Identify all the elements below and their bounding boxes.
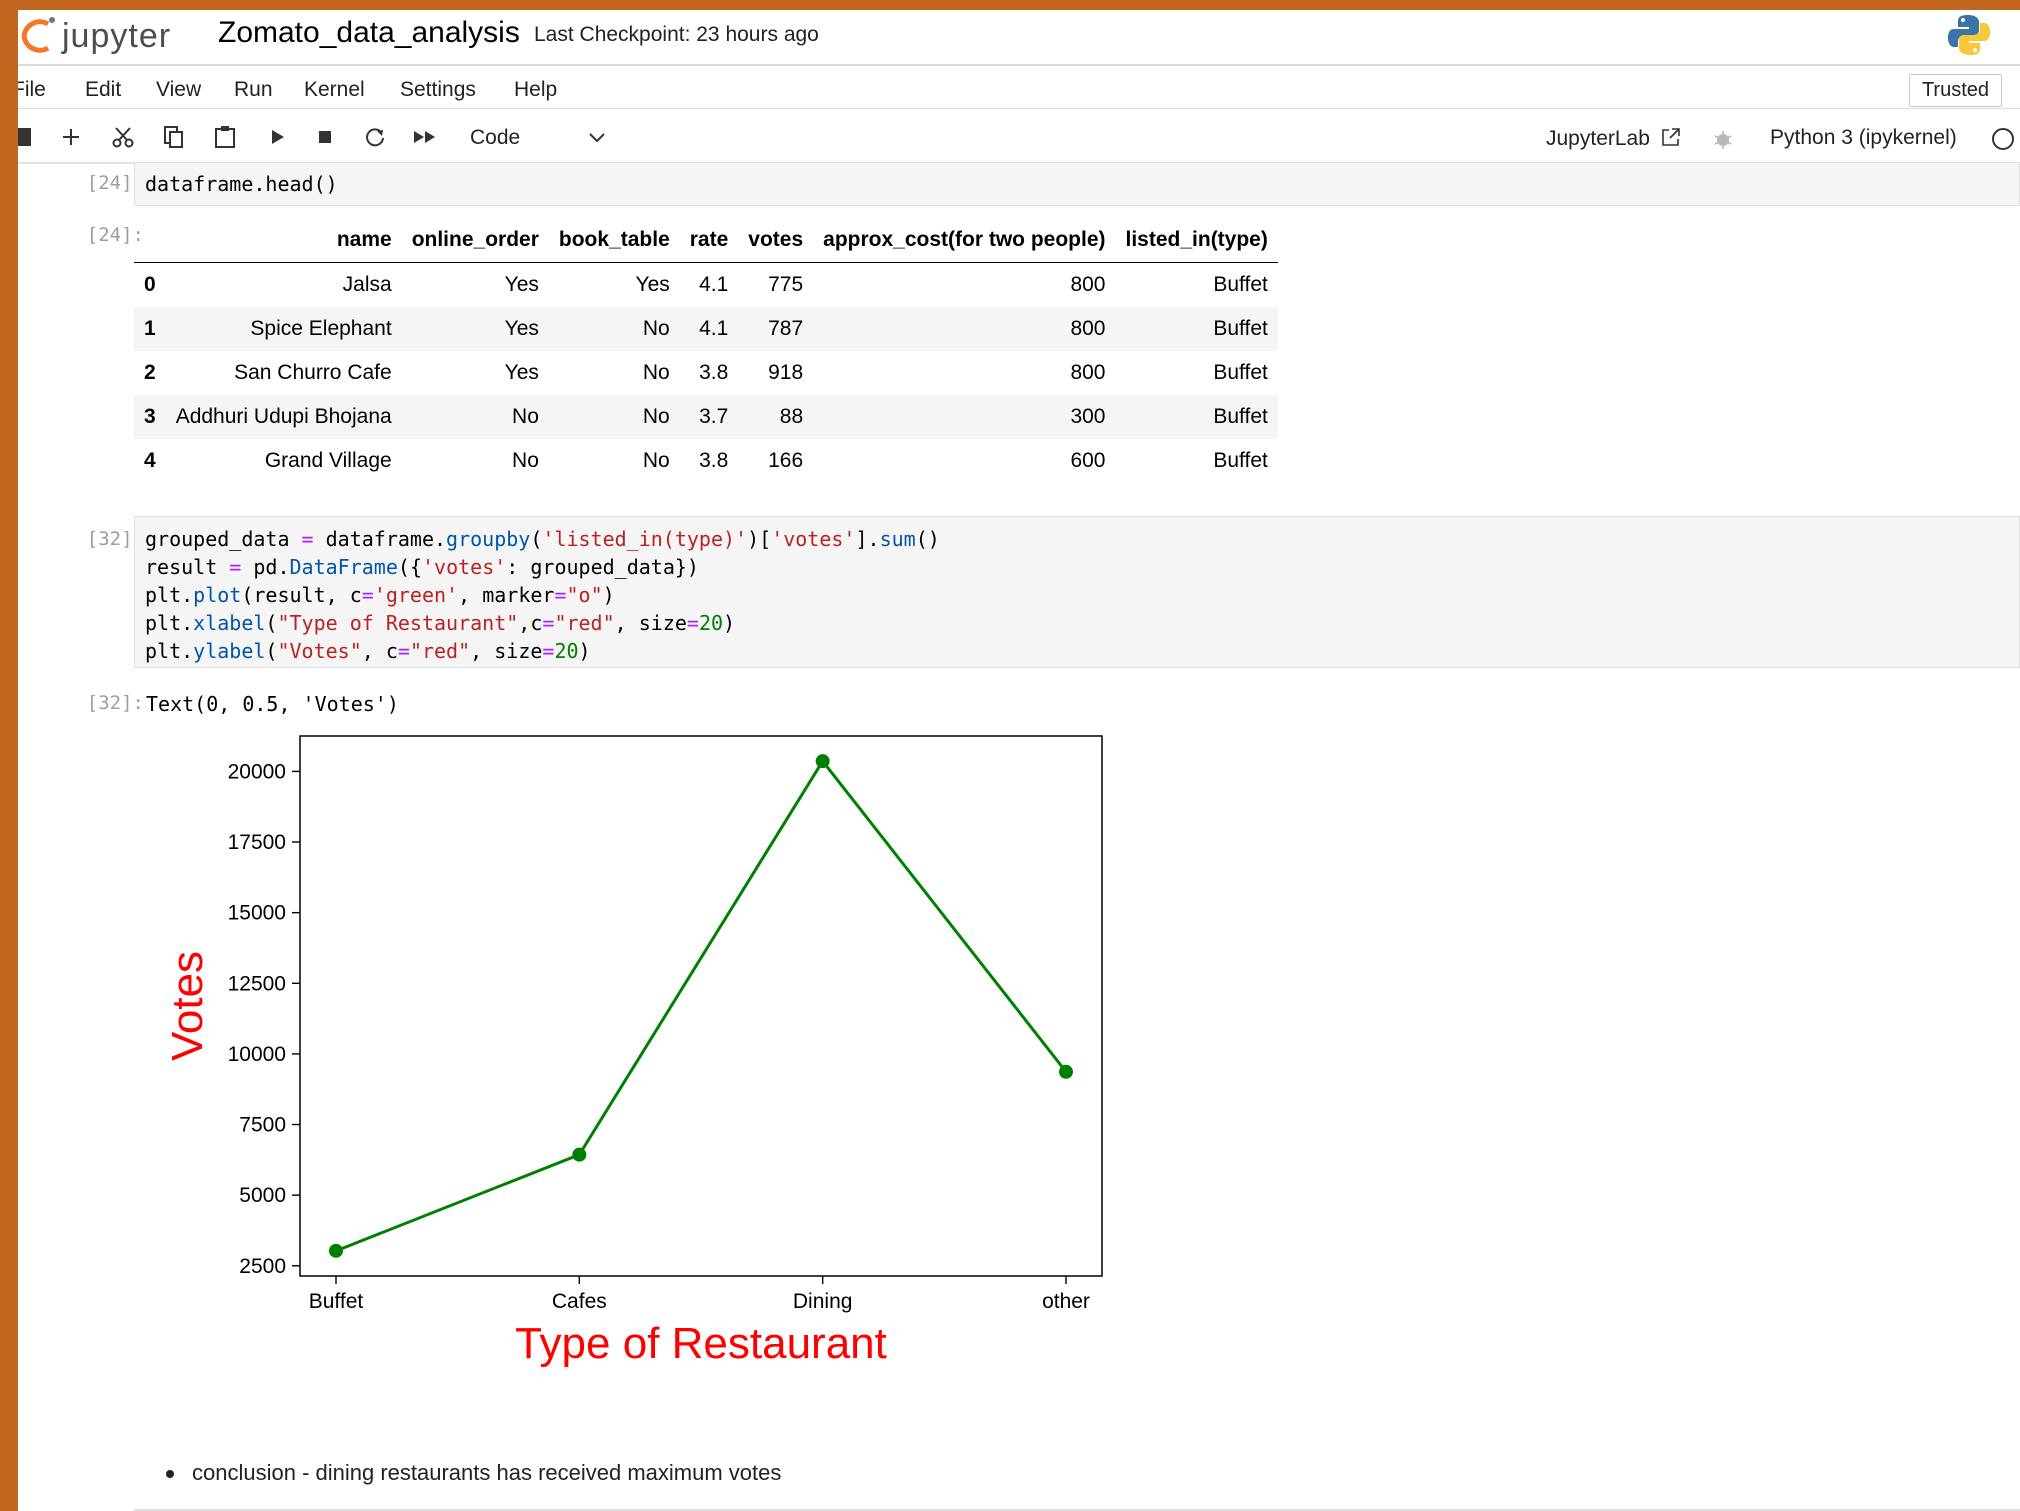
y-tick-label: 20000 [228,760,286,783]
y-tick-label: 10000 [228,1043,286,1066]
y-tick-label: 2500 [239,1255,286,1278]
y-tick-label: 7500 [239,1114,286,1137]
data-point [1059,1064,1073,1079]
y-axis-label: Votes [163,951,212,1061]
x-tick-label: other [1042,1290,1090,1313]
y-tick-label: 15000 [228,902,286,925]
y-tick-label: 5000 [239,1184,286,1207]
y-tick-label: 12500 [228,972,286,995]
x-tick-label: Cafes [552,1290,607,1313]
data-point [329,1243,343,1258]
x-tick-label: Buffet [309,1290,364,1313]
votes-line-chart: 2500 5000 7500 10000 12500 15000 17500 20000 Buf… [163,735,1103,1368]
bullet-icon [166,1470,174,1478]
conclusion-text: conclusion - dining restaurants has rece… [192,1460,782,1485]
notebook-window: jupyter Zomato_data_analysis Last Checkp… [18,10,2020,1511]
x-tick-label: Dining [793,1290,853,1313]
plot-area-frame [299,735,1103,1277]
data-point [815,754,830,769]
data-point [572,1147,587,1162]
x-axis-label: Type of Restaurant [515,1319,887,1368]
y-tick-label: 17500 [228,831,286,854]
